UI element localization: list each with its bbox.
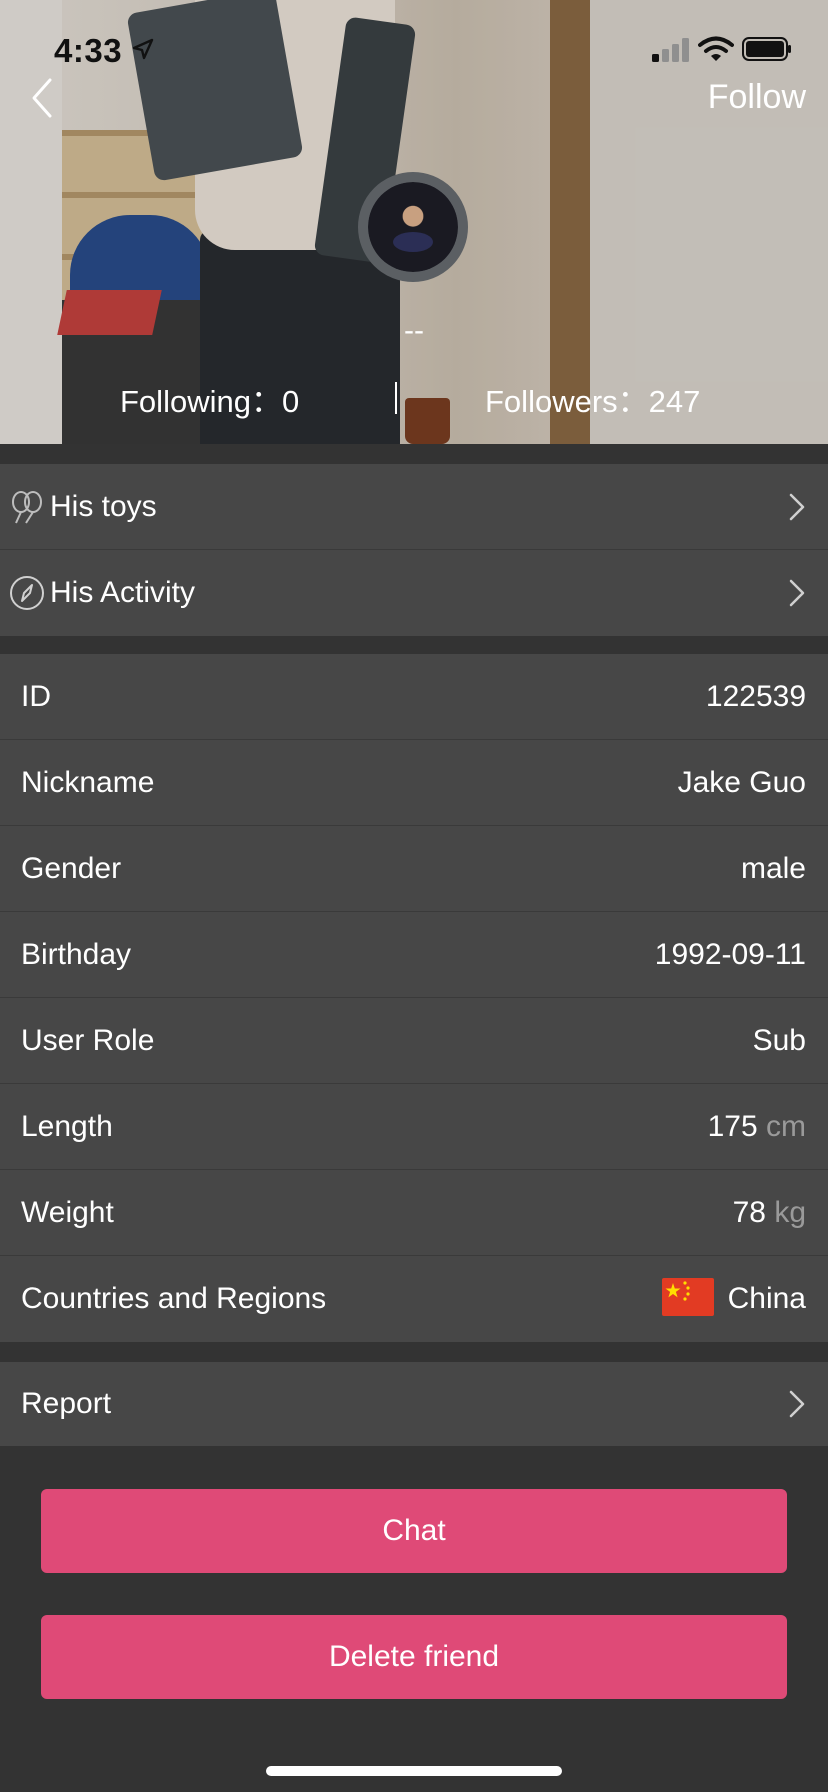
avatar-photo-detail bbox=[393, 232, 433, 252]
chevron-right-icon bbox=[789, 1390, 805, 1418]
weight-unit: kg bbox=[774, 1196, 806, 1229]
delete-friend-button[interactable]: Delete friend bbox=[41, 1615, 787, 1699]
gender-value: male bbox=[740, 852, 806, 885]
report-section: Report bbox=[0, 1362, 828, 1446]
home-indicator[interactable] bbox=[266, 1766, 562, 1776]
weight-label: Weight bbox=[21, 1196, 114, 1229]
header-nickname: -- bbox=[404, 314, 424, 347]
country-label: Countries and Regions bbox=[21, 1282, 327, 1315]
china-flag-icon bbox=[661, 1278, 714, 1317]
country-value-group: China bbox=[661, 1256, 806, 1342]
length-row: Length 175 cm bbox=[0, 1084, 828, 1170]
location-arrow-icon bbox=[132, 38, 154, 60]
length-label: Length bbox=[21, 1110, 113, 1143]
weight-value: 78 bbox=[732, 1196, 766, 1229]
following-stat[interactable]: Following：0 bbox=[120, 376, 299, 421]
report-row[interactable]: Report bbox=[0, 1362, 828, 1446]
chat-button[interactable]: Chat bbox=[41, 1489, 787, 1573]
avatar[interactable] bbox=[358, 172, 468, 282]
his-activity-label: His Activity bbox=[50, 576, 196, 609]
profile-cover: 4:33 Follow -- Following：0 Followers：247 bbox=[0, 0, 828, 444]
battery-icon bbox=[742, 37, 791, 61]
profile-info-section: ID 122539 Nickname Jake Guo Gender male … bbox=[0, 654, 828, 1342]
status-time: 4:33 bbox=[54, 32, 123, 69]
length-value: 175 bbox=[707, 1110, 758, 1143]
country-value: China bbox=[727, 1282, 806, 1315]
id-label: ID bbox=[21, 680, 51, 713]
status-bar: 4:33 bbox=[0, 0, 828, 100]
user-role-row: User Role Sub bbox=[0, 998, 828, 1084]
weight-value-group: 78 kg bbox=[733, 1170, 806, 1256]
avatar-photo bbox=[368, 182, 458, 272]
length-unit: cm bbox=[766, 1110, 806, 1143]
toy-icon bbox=[12, 491, 42, 524]
following-label: Following： bbox=[120, 384, 282, 419]
back-button[interactable] bbox=[22, 74, 62, 122]
birthday-label: Birthday bbox=[21, 938, 132, 971]
his-toys-row[interactable]: His toys bbox=[0, 464, 828, 550]
birthday-row: Birthday 1992-09-11 bbox=[0, 912, 828, 998]
his-toys-label: His toys bbox=[50, 490, 157, 523]
nickname-label: Nickname bbox=[21, 766, 155, 799]
gender-row: Gender male bbox=[0, 826, 828, 912]
nickname-row: Nickname Jake Guo bbox=[0, 740, 828, 826]
id-row: ID 122539 bbox=[0, 654, 828, 740]
stats-divider bbox=[395, 382, 397, 414]
followers-label: Followers： bbox=[485, 384, 649, 419]
activity-section: His toys His Activity bbox=[0, 464, 828, 636]
followers-count: 247 bbox=[648, 384, 701, 419]
followers-stat[interactable]: Followers：247 bbox=[485, 376, 700, 421]
gender-label: Gender bbox=[21, 852, 122, 885]
user-role-value: Sub bbox=[752, 1024, 806, 1057]
follow-button[interactable]: Follow bbox=[708, 78, 806, 117]
weight-row: Weight 78 kg bbox=[0, 1170, 828, 1256]
id-value: 122539 bbox=[705, 680, 806, 713]
cellular-signal-icon bbox=[652, 38, 689, 62]
length-value-group: 175 cm bbox=[708, 1084, 806, 1170]
birthday-value: 1992-09-11 bbox=[654, 938, 806, 971]
chevron-right-icon bbox=[789, 493, 805, 521]
following-count: 0 bbox=[281, 384, 300, 419]
nickname-value: Jake Guo bbox=[677, 766, 806, 799]
country-row: Countries and Regions China bbox=[0, 1256, 828, 1342]
follow-stats: Following：0 Followers：247 bbox=[0, 376, 828, 420]
chevron-right-icon bbox=[789, 579, 805, 607]
his-activity-row[interactable]: His Activity bbox=[0, 550, 828, 636]
user-role-label: User Role bbox=[21, 1024, 155, 1057]
report-label: Report bbox=[21, 1387, 112, 1420]
wifi-icon bbox=[698, 36, 734, 61]
compass-icon bbox=[10, 576, 44, 610]
